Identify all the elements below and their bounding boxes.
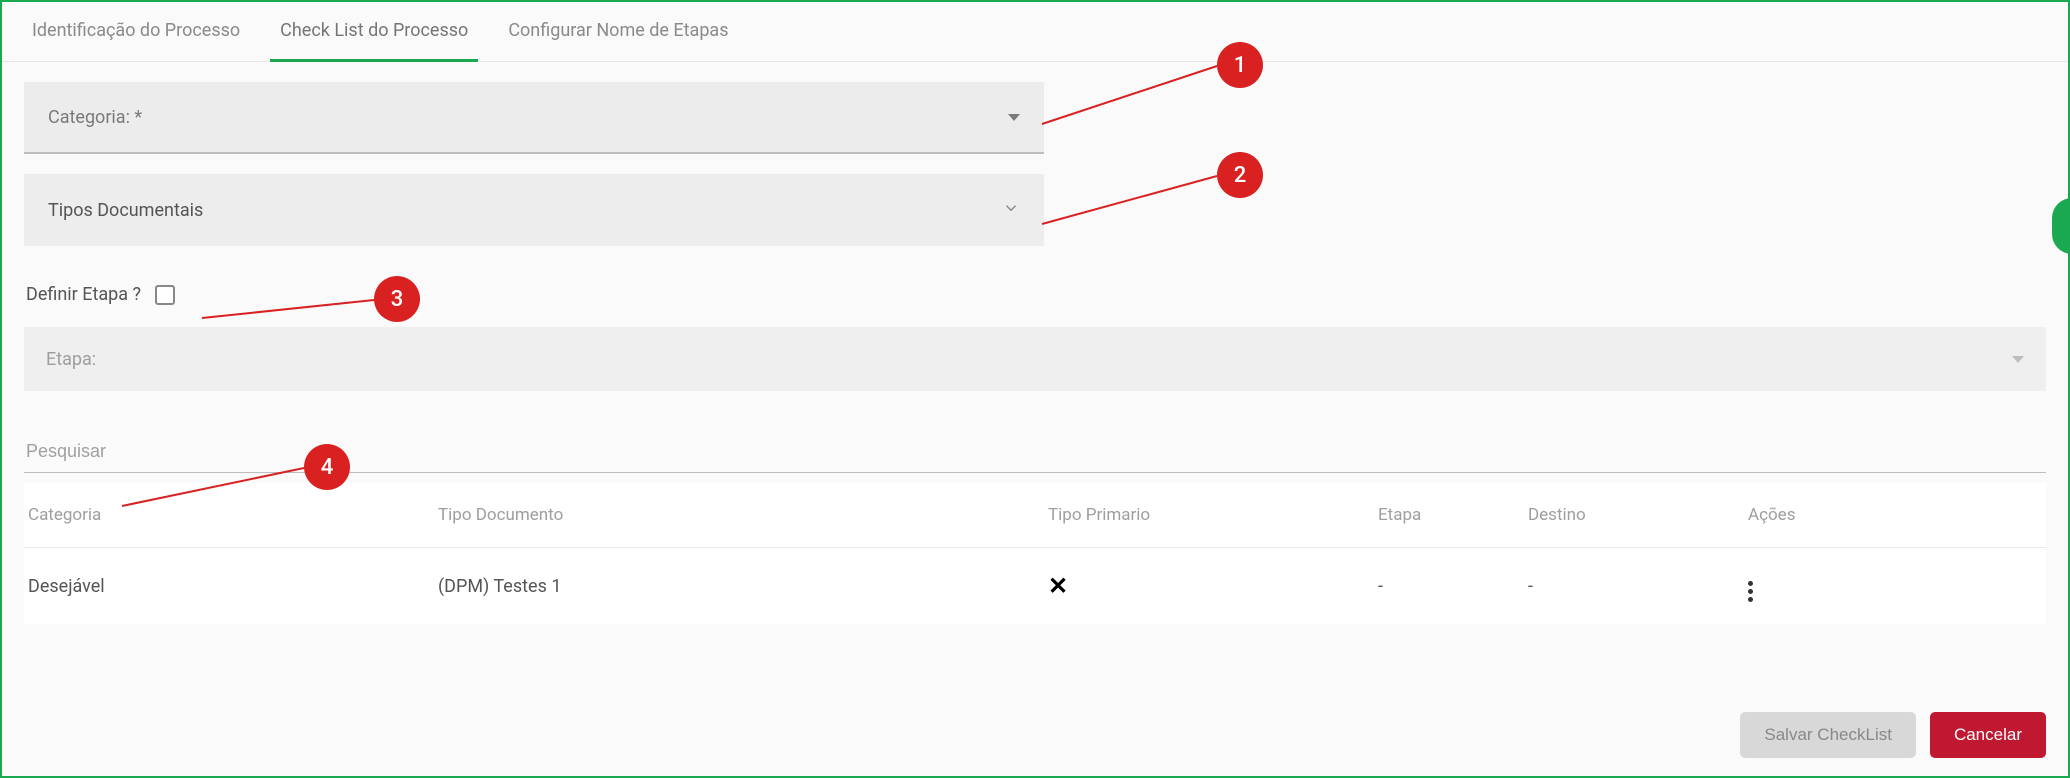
close-icon: ✕ [1048, 572, 1068, 600]
etapa-dropdown[interactable]: Etapa: [24, 327, 2046, 391]
categoria-dropdown[interactable]: Categoria: * [24, 82, 1044, 154]
footer-buttons: Salvar CheckList Cancelar [1740, 712, 2046, 758]
callout-4: 4 [304, 444, 350, 490]
definir-etapa-row: Definir Etapa ? [24, 266, 2046, 323]
chevron-down-icon [1002, 199, 1020, 221]
row-actions-menu[interactable] [1748, 581, 1753, 602]
tipos-documentais-dropdown[interactable]: Tipos Documentais [24, 174, 1044, 246]
col-categoria: Categoria [28, 505, 438, 525]
cell-etapa: - [1378, 576, 1528, 597]
table-row: Desejável (DPM) Testes 1 ✕ - - [24, 548, 2046, 624]
tab-configurar[interactable]: Configurar Nome de Etapas [508, 20, 728, 61]
cell-categoria: Desejável [28, 576, 438, 597]
table-header: Categoria Tipo Documento Tipo Primario E… [24, 483, 2046, 548]
cell-acoes [1748, 570, 1968, 602]
tab-checklist[interactable]: Check List do Processo [280, 20, 468, 61]
callout-3: 3 [374, 276, 420, 322]
tabs-bar: Identificação do Processo Check List do … [2, 2, 2068, 62]
cell-tipo-documento: (DPM) Testes 1 [438, 576, 1048, 597]
cell-destino: - [1528, 576, 1748, 597]
caret-down-icon [1008, 114, 1020, 121]
cell-tipo-primario: ✕ [1048, 572, 1378, 600]
callout-2: 2 [1217, 152, 1263, 198]
etapa-label: Etapa: [46, 349, 96, 370]
caret-down-icon [2012, 356, 2024, 363]
col-acoes: Ações [1748, 505, 1968, 525]
tipos-label: Tipos Documentais [48, 200, 203, 221]
definir-etapa-label: Definir Etapa ? [26, 284, 141, 305]
col-etapa: Etapa [1378, 505, 1528, 525]
categoria-label: Categoria: * [48, 107, 142, 128]
definir-etapa-checkbox[interactable] [155, 285, 175, 305]
col-destino: Destino [1528, 505, 1748, 525]
callout-1: 1 [1217, 42, 1263, 88]
cancelar-button[interactable]: Cancelar [1930, 712, 2046, 758]
tab-identificacao[interactable]: Identificação do Processo [32, 20, 240, 61]
col-tipo-documento: Tipo Documento [438, 505, 1048, 525]
col-tipo-primario: Tipo Primario [1048, 505, 1378, 525]
salvar-checklist-button[interactable]: Salvar CheckList [1740, 712, 1916, 758]
